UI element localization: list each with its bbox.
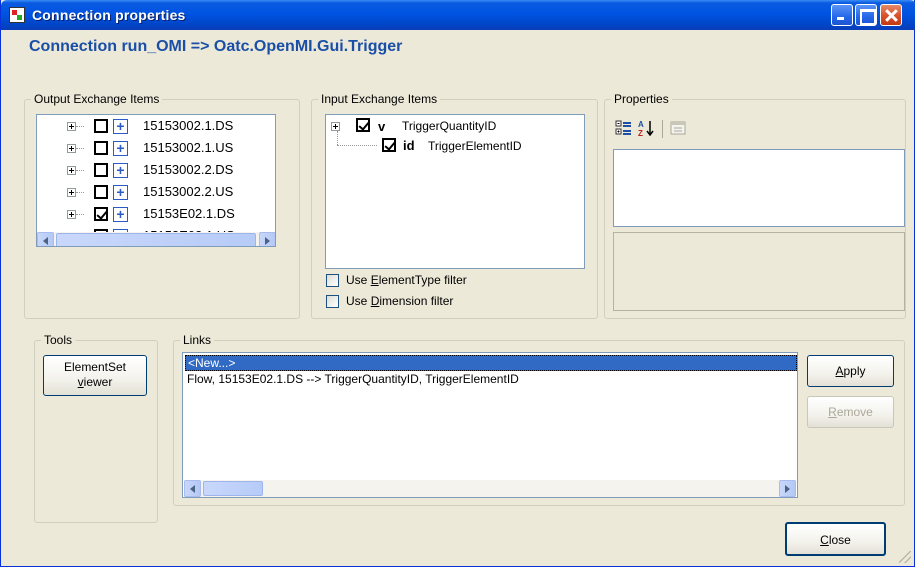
window-title: Connection properties (32, 7, 186, 23)
plus-icon: + (113, 207, 128, 222)
item-checkbox[interactable] (94, 163, 108, 177)
toolbar-separator (662, 120, 663, 138)
connection-properties-window: Connection properties Connection run_OMI… (0, 0, 915, 567)
input-items-tree[interactable]: v TriggerQuantityID id TriggerElementID (325, 114, 585, 269)
output-items-tree[interactable]: + 15153002.1.DS + 15153002.1.US + 151530… (36, 114, 276, 247)
item-label: 15153002.2.US (143, 184, 234, 199)
links-list[interactable]: <New...> Flow, 15153E02.1.DS --> Trigger… (182, 352, 798, 498)
properties-toolbar: A Z (614, 117, 724, 143)
element-label: TriggerElementID (428, 139, 522, 153)
tree-item-element[interactable]: id TriggerElementID (326, 137, 576, 157)
tree-item-quantity[interactable]: v TriggerQuantityID (326, 117, 576, 137)
app-icon (9, 7, 25, 23)
resize-grip-icon[interactable] (899, 551, 911, 563)
quantity-checkbox-checked[interactable] (356, 118, 370, 132)
connection-heading: Connection run_OMI => Oatc.OpenMI.Gui.Tr… (29, 38, 403, 55)
item-checkbox[interactable] (94, 185, 108, 199)
tree-connector (76, 126, 84, 127)
tree-connector (76, 192, 84, 193)
alphabetical-sort-icon[interactable]: A Z (637, 119, 657, 139)
input-exchange-items-legend: Input Exchange Items (321, 92, 438, 106)
elementset-viewer-label-line1: ElementSet (63, 360, 127, 374)
item-checkbox[interactable] (94, 141, 108, 155)
apply-button[interactable]: Apply (807, 355, 894, 387)
links-horizontal-scrollbar[interactable] (184, 480, 796, 497)
property-description-pane (613, 232, 905, 311)
scroll-left-icon[interactable] (184, 480, 201, 497)
quantity-label: TriggerQuantityID (402, 119, 497, 133)
tree-item[interactable]: + 15153002.1.US (37, 138, 275, 160)
scroll-thumb[interactable] (203, 481, 263, 496)
plus-icon: + (113, 185, 128, 200)
tools-legend: Tools (44, 333, 73, 347)
tree-connector (76, 170, 84, 171)
element-prefix: id (403, 138, 415, 153)
elementset-viewer-label-line2: viewer (77, 375, 113, 389)
expand-icon[interactable] (67, 122, 76, 131)
title-bar[interactable]: Connection properties (1, 0, 915, 30)
item-label: 15153002.1.DS (143, 118, 234, 133)
item-label: 15153002.2.DS (143, 162, 234, 177)
expand-icon[interactable] (67, 144, 76, 153)
close-button[interactable]: Close (785, 522, 886, 556)
property-grid[interactable] (613, 149, 905, 227)
expand-icon[interactable] (67, 210, 76, 219)
tree-item[interactable]: + 15153002.2.US (37, 182, 275, 204)
elementtype-filter-label: Use ElementType filter (346, 273, 467, 287)
maximize-button[interactable] (855, 4, 877, 26)
link-row-new[interactable]: <New...> (185, 355, 797, 371)
scroll-thumb[interactable] (56, 233, 256, 246)
scroll-left-icon[interactable] (37, 232, 54, 246)
scroll-right-icon[interactable] (259, 232, 275, 246)
links-legend: Links (183, 333, 212, 347)
item-label: 15153E02.1.DS (143, 206, 235, 221)
expand-icon[interactable] (67, 188, 76, 197)
item-checkbox-checked[interactable] (94, 207, 108, 221)
remove-button[interactable]: Remove (807, 396, 894, 428)
output-exchange-items-legend: Output Exchange Items (34, 92, 160, 106)
collapse-icon[interactable] (331, 122, 340, 131)
svg-text:A: A (638, 120, 644, 129)
tree-item[interactable]: + 15153E02.1.DS (37, 204, 275, 226)
elementtype-filter-checkbox[interactable] (326, 274, 339, 287)
tree-connector (76, 148, 84, 149)
svg-text:Z: Z (638, 129, 643, 137)
property-pages-icon[interactable] (668, 119, 688, 139)
expand-icon[interactable] (67, 166, 76, 175)
tree-connector (76, 214, 84, 215)
output-horizontal-scrollbar[interactable] (37, 232, 275, 246)
tree-item[interactable]: + 15153002.1.DS (37, 116, 275, 138)
elementset-viewer-button[interactable]: ElementSet viewer (43, 355, 147, 396)
categorized-view-icon[interactable] (614, 119, 634, 139)
dimension-filter-label: Use Dimension filter (346, 294, 454, 308)
element-checkbox-checked[interactable] (382, 138, 396, 152)
tree-item[interactable]: + 15153002.2.DS (37, 160, 275, 182)
link-row[interactable]: Flow, 15153E02.1.DS --> TriggerQuantityI… (185, 372, 797, 388)
quantity-prefix: v (378, 119, 386, 134)
close-window-button[interactable] (880, 4, 902, 26)
plus-icon: + (113, 141, 128, 156)
item-checkbox[interactable] (94, 119, 108, 133)
scroll-right-icon[interactable] (779, 480, 796, 497)
dimension-filter-checkbox[interactable] (326, 295, 339, 308)
minimize-button[interactable] (831, 4, 853, 26)
plus-icon: + (113, 119, 128, 134)
plus-icon: + (113, 163, 128, 178)
item-label: 15153002.1.US (143, 140, 234, 155)
properties-legend: Properties (614, 92, 669, 106)
